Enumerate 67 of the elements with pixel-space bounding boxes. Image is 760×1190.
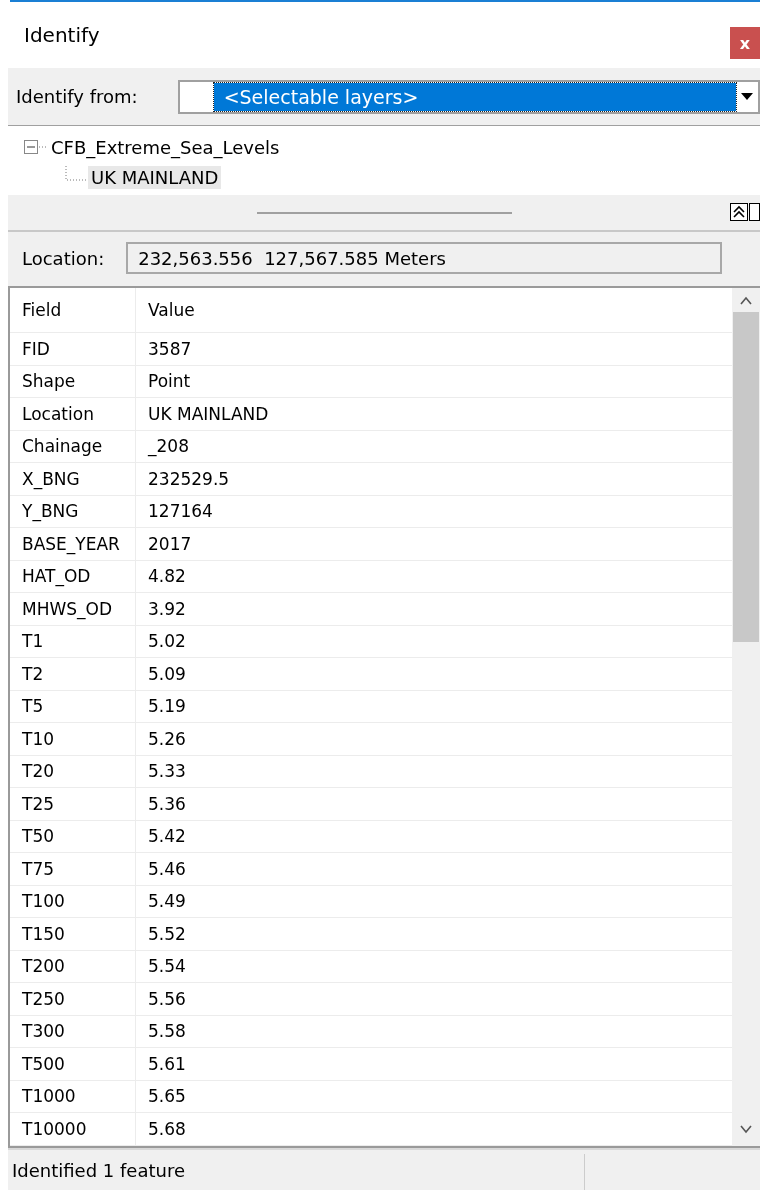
scrollbar-thumb[interactable] — [733, 312, 759, 642]
tree-item[interactable]: UK MAINLAND — [88, 165, 222, 189]
scrollbar[interactable] — [732, 288, 760, 1146]
field-name-cell: T10000 — [10, 1113, 136, 1145]
close-button[interactable]: x — [730, 27, 760, 59]
field-name-cell: T250 — [10, 983, 136, 1015]
field-name-cell: T50 — [10, 820, 136, 852]
field-name-cell: T200 — [10, 950, 136, 982]
field-name-cell: T5 — [10, 690, 136, 722]
column-header[interactable]: Field — [10, 288, 136, 332]
value-cell-text: 5.65 — [147, 1085, 187, 1109]
field-name-cell: T2 — [10, 658, 136, 690]
field-name-cell: MHWS_OD — [10, 593, 136, 625]
value-cell-text: 3.92 — [147, 597, 187, 621]
field-name-cell: T75 — [10, 853, 136, 885]
identify-from-label: Identify from: — [16, 86, 138, 107]
value-cell-text: 4.82 — [147, 565, 187, 589]
collapse-icon[interactable] — [24, 140, 46, 154]
collapse-panel-icon[interactable] — [730, 203, 760, 221]
value-cell-text: 5.68 — [147, 1117, 187, 1141]
value-cell-text: 5.56 — [147, 987, 187, 1011]
field-name-cell: Chainage — [10, 430, 136, 462]
field-name-cell: Y_BNG — [10, 495, 136, 527]
value-cell-text: 127164 — [147, 500, 214, 524]
location-label: Location: — [22, 247, 105, 269]
value-cell-text: 2017 — [147, 532, 193, 556]
tree-item[interactable]: CFB_Extreme_Sea_Levels — [48, 135, 283, 159]
layers-dropdown[interactable]: <Selectable layers> — [177, 79, 760, 114]
value-cell-text: 232529.5 — [147, 467, 231, 491]
field-name-cell: FID — [10, 333, 136, 365]
value-cell-text: 5.46 — [147, 857, 187, 881]
value-cell-text: 5.26 — [147, 727, 187, 751]
field-name-cell: HAT_OD — [10, 560, 136, 592]
field-name-cell: T500 — [10, 1048, 136, 1080]
caret-icon — [741, 93, 753, 100]
value-cell-text: 5.19 — [147, 695, 187, 719]
value-cell-text: UK MAINLAND — [147, 402, 270, 426]
value-cell-text: 5.36 — [147, 792, 187, 816]
column-header[interactable]: Value — [136, 288, 732, 332]
value-cell-text: 5.33 — [147, 760, 187, 784]
value-cell-text: 5.49 — [147, 890, 187, 914]
value-cell-text: 5.61 — [147, 1052, 187, 1076]
field-name-cell: X_BNG — [10, 463, 136, 495]
splitter-grip[interactable] — [256, 211, 512, 214]
value-cell-text: 3587 — [147, 337, 193, 361]
location-field: 232,563.556 127,567.585 Meters — [126, 242, 723, 274]
value-cell-text: Point — [147, 370, 192, 394]
field-name-cell: T10 — [10, 723, 136, 755]
status-text: Identified 1 feature — [12, 1159, 185, 1181]
window-title: Identify — [24, 23, 100, 47]
value-cell-text: 5.02 — [147, 630, 187, 654]
field-name-cell: T150 — [10, 918, 136, 950]
field-name-cell: T300 — [10, 1015, 136, 1047]
value-cell-text: 5.52 — [147, 922, 187, 946]
value-cell-text: 5.54 — [147, 955, 187, 979]
field-name-cell: T1000 — [10, 1080, 136, 1112]
value-cell-text: 5.09 — [147, 662, 187, 686]
field-name-cell: BASE_YEAR — [10, 528, 136, 560]
field-name-cell: Shape — [10, 365, 136, 397]
field-name-cell: T100 — [10, 885, 136, 917]
value-cell-text: 5.42 — [147, 825, 187, 849]
value-cell-text: _208 — [146, 435, 190, 459]
value-cell-text: 5.58 — [147, 1020, 187, 1044]
field-name-cell: T20 — [10, 755, 136, 787]
field-name-cell: Location — [10, 398, 136, 430]
field-name-cell: T1 — [10, 625, 136, 657]
field-name-cell: T25 — [10, 788, 136, 820]
